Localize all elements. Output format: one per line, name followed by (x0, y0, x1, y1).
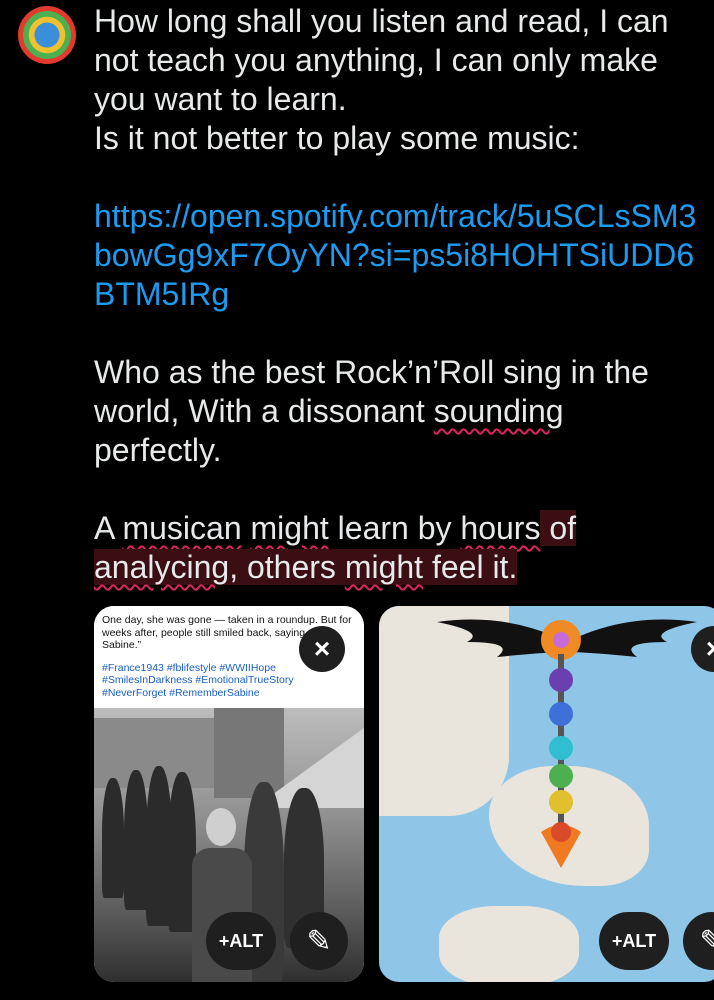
edit-icon[interactable]: ✎ (290, 912, 348, 970)
user-avatar[interactable] (18, 6, 76, 64)
post-paragraph-2: Who as the best Rock’n’Roll sing in the … (94, 354, 649, 468)
post-paragraph-1: How long shall you listen and read, I ca… (94, 3, 669, 156)
close-icon[interactable]: × (299, 626, 345, 672)
media-card-right[interactable]: × +ALT ✎ (379, 606, 714, 982)
add-alt-text-button-right[interactable]: +ALT (599, 912, 669, 970)
add-alt-text-button[interactable]: +ALT (206, 912, 276, 970)
spotify-link[interactable]: https://open.spotify.com/track/5uSCLsSM3… (94, 197, 704, 314)
chakra-pin-icon (541, 620, 581, 868)
post-text: How long shall you listen and read, I ca… (94, 2, 704, 587)
media-card-left[interactable]: One day, she was gone — taken in a round… (94, 606, 364, 982)
edit-icon-right[interactable]: ✎ (683, 912, 714, 970)
post-paragraph-3: A musican might learn by hours of analyci… (94, 510, 577, 585)
